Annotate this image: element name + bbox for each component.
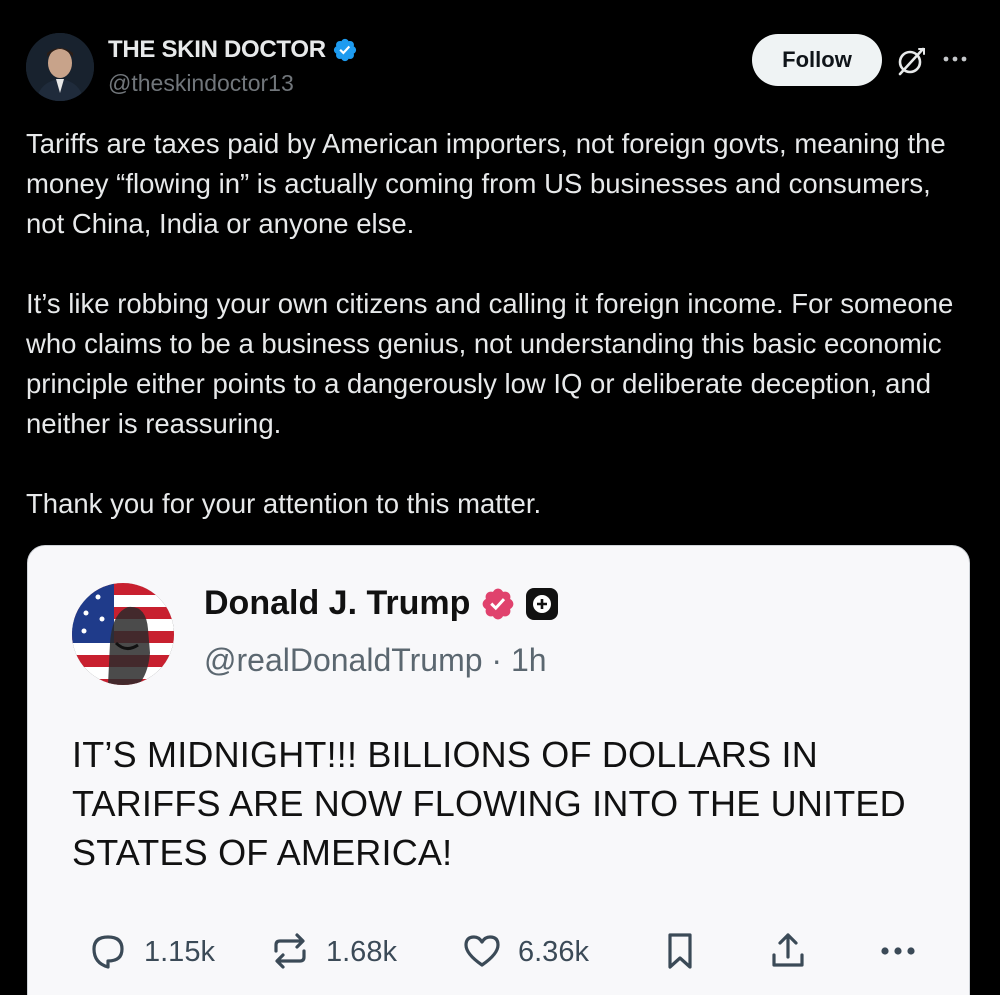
verified-badge-icon [482, 588, 514, 619]
share-action [766, 926, 810, 976]
post-paragraph: Tariffs are taxes paid by American impor… [26, 128, 946, 239]
quoted-author-name: Donald J. Trump [204, 584, 471, 622]
bookmark-icon [668, 933, 692, 969]
quoted-post-text: IT’S MIDNIGHT!!! BILLIONS OF DOLLARS IN … [72, 734, 906, 873]
author-handle[interactable]: @theskindoctor13 [108, 70, 294, 97]
share-icon [772, 933, 804, 967]
restruth-action: 1.68k [268, 926, 397, 976]
quoted-more-action [876, 926, 920, 976]
post-paragraph: It’s like robbing your own citizens and … [26, 288, 954, 439]
reply-count: 1.15k [144, 935, 215, 968]
like-count: 6.36k [518, 935, 589, 968]
reply-action: 1.15k [86, 926, 215, 976]
more-icon [881, 947, 915, 955]
follow-button[interactable]: Follow [752, 34, 882, 86]
reply-icon [92, 935, 124, 969]
grok-icon[interactable] [895, 45, 927, 77]
author-avatar[interactable] [26, 33, 94, 101]
quoted-author-avatar [72, 583, 174, 685]
restruth-icon [274, 933, 306, 969]
quoted-author-handle: @realDonaldTrump · 1h [204, 642, 547, 678]
attached-image[interactable]: Donald J. Trump @realDonaldTrump · 1h IT… [27, 545, 970, 995]
like-action: 6.36k [460, 926, 589, 976]
quoted-author-name-row: Donald J. Trump [204, 584, 559, 623]
post-text: Tariffs are taxes paid by American impor… [26, 124, 976, 524]
author-name-row[interactable]: THE SKIN DOCTOR [108, 36, 358, 64]
quoted-action-bar: 1.15k 1.68k 6.36k [86, 926, 916, 976]
restruth-count: 1.68k [326, 935, 397, 968]
verified-badge-icon [333, 38, 356, 62]
plus-icon [526, 587, 559, 620]
post-paragraph: Thank you for your attention to this mat… [26, 488, 542, 519]
bookmark-action [658, 926, 702, 976]
author-name[interactable]: THE SKIN DOCTOR [108, 36, 326, 64]
post-page: THE SKIN DOCTOR @theskindoctor13 Follow … [0, 0, 1000, 995]
like-icon [464, 935, 500, 967]
more-icon[interactable] [940, 44, 970, 74]
